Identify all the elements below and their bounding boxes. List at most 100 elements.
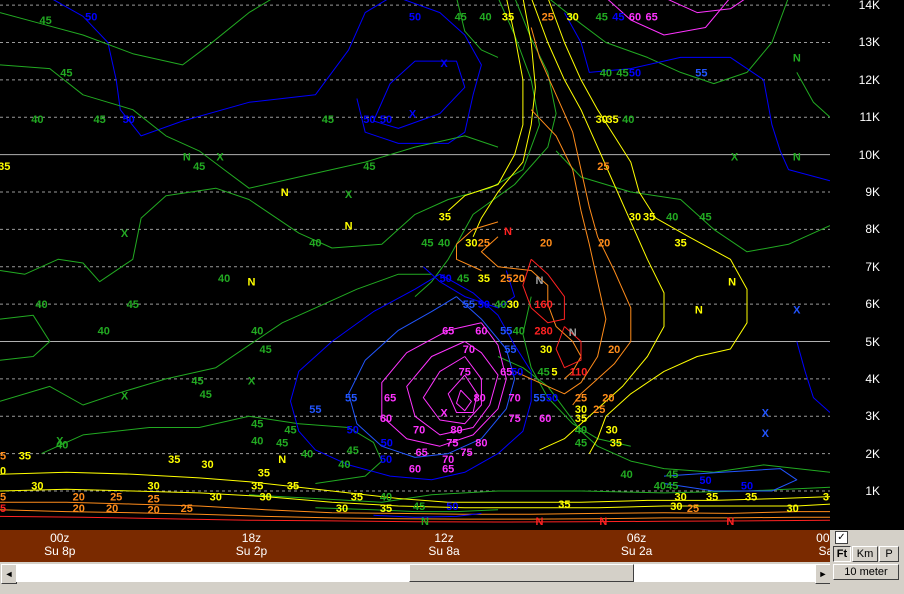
contour-label: 45: [200, 389, 212, 401]
contour-label: 15: [0, 503, 6, 515]
contour-label: 50: [440, 273, 452, 285]
contour-label: 35: [502, 11, 514, 23]
contour-label: 40: [35, 299, 47, 311]
arrow-left-icon: ◄: [4, 569, 14, 579]
contour-label: 35: [674, 237, 686, 249]
contour-label: 40: [620, 469, 632, 481]
contour-label: 60: [409, 464, 421, 476]
contour-label: 25: [593, 404, 605, 416]
contour-label: 50: [380, 114, 392, 126]
contour-label: 55: [533, 393, 545, 405]
contour-label: 50: [741, 480, 753, 492]
contour-label: 45: [191, 376, 203, 388]
scroll-right-button[interactable]: ►: [815, 564, 831, 584]
contour-label: 35: [575, 413, 587, 425]
contour-label: 60: [539, 413, 551, 425]
scroll-left-button[interactable]: ◄: [1, 564, 17, 584]
contour-label: 65: [645, 11, 657, 23]
min-marker: N: [599, 516, 607, 528]
contour-label: 40: [31, 114, 43, 126]
contour-line: [447, 0, 524, 212]
contour-label: 65: [384, 393, 396, 405]
contour-label: 35: [706, 492, 718, 504]
contour-label: 75: [460, 447, 472, 459]
contour-line: [668, 0, 745, 14]
contour-label: 35: [439, 211, 451, 223]
contour-label: 20: [608, 344, 620, 356]
contour-label: 65: [415, 447, 427, 459]
x-tick-local: Su 2p: [235, 544, 268, 558]
max-marker: X: [793, 305, 801, 317]
units-km-button[interactable]: Km: [852, 546, 878, 562]
contour-label: 60: [629, 11, 641, 23]
contour-label: 25: [478, 237, 490, 249]
contour-label: 80: [450, 424, 462, 436]
contour-label: 160: [534, 299, 552, 311]
contour-label: 45: [39, 15, 51, 27]
contour-line: [548, 0, 748, 454]
contour-label: 35: [168, 454, 180, 466]
max-marker: X: [216, 152, 224, 164]
contour-label: 25: [147, 494, 159, 506]
time-axis-bar: 00z Su 8p 18z Su 2p 12z Su 8a 06z Su 2a 00z Sa: [0, 530, 836, 562]
contour-label: 35: [287, 480, 299, 492]
contour-label: 40: [438, 237, 450, 249]
contour-label: 40: [600, 67, 612, 79]
contour-line: [563, 12, 830, 182]
min-marker: N: [281, 187, 289, 199]
contour-label: 55: [309, 404, 321, 416]
contour-label: 45: [666, 480, 678, 492]
max-marker: X: [762, 408, 770, 420]
min-marker: N: [183, 152, 191, 164]
contour-label: 45: [193, 161, 205, 173]
contour-label: 30: [567, 11, 579, 23]
x-tick-local: Su 8p: [44, 544, 76, 558]
contour-label: 65: [442, 325, 454, 337]
contour-line: [0, 64, 499, 189]
min-marker: N: [726, 516, 734, 528]
contour-label: 30: [606, 424, 618, 436]
contour-label: 80: [475, 437, 487, 449]
contour-line: [406, 341, 499, 436]
contour-label: 40: [380, 492, 392, 504]
max-marker: X: [440, 408, 448, 420]
contour-label: 20: [602, 393, 614, 405]
contour-label: 20: [73, 503, 85, 515]
contour-line: [456, 389, 472, 412]
contour-label: 25: [597, 161, 609, 173]
contour-label: 30: [210, 492, 222, 504]
contour-label: 50: [629, 67, 641, 79]
contour-label: 110: [570, 366, 588, 378]
max-marker: X: [409, 109, 417, 121]
units-p-button[interactable]: P: [879, 546, 899, 562]
contour-line: [0, 273, 432, 406]
x-tick-label: 18z Su 2p: [236, 532, 267, 558]
overlay-checkbox[interactable]: ✓: [835, 531, 848, 544]
contour-label: 25: [575, 393, 587, 405]
contour-label: 65: [442, 464, 454, 476]
contour-label: 35: [351, 492, 363, 504]
contour-label: 45: [93, 114, 105, 126]
contour-label: 20: [540, 237, 552, 249]
x-tick-label: 06z Su 2a: [621, 532, 652, 558]
contour-label: 35: [606, 114, 618, 126]
contour-label: 50: [381, 437, 393, 449]
contour-label: 45: [596, 11, 608, 23]
contour-line: [531, 0, 665, 451]
scroll-track[interactable]: [16, 564, 818, 582]
contour-label: 50: [546, 393, 558, 405]
contour-label: 40: [513, 325, 525, 337]
contour-label: 50: [363, 114, 375, 126]
contour-label: 35: [0, 161, 10, 173]
contour-label: 35: [558, 499, 570, 511]
contour-label: 20: [513, 273, 525, 285]
wind-level-button[interactable]: 10 meter: [833, 564, 899, 580]
units-ft-button[interactable]: Ft: [833, 546, 851, 562]
time-scrollbar[interactable]: ◄ ►: [0, 562, 831, 584]
contour-label: 30: [507, 299, 519, 311]
scroll-thumb[interactable]: [409, 564, 634, 582]
min-marker: N: [569, 327, 577, 339]
contour-label: 45: [537, 366, 549, 378]
contour-label: 25: [500, 273, 512, 285]
checkmark-icon: ✓: [837, 532, 846, 543]
